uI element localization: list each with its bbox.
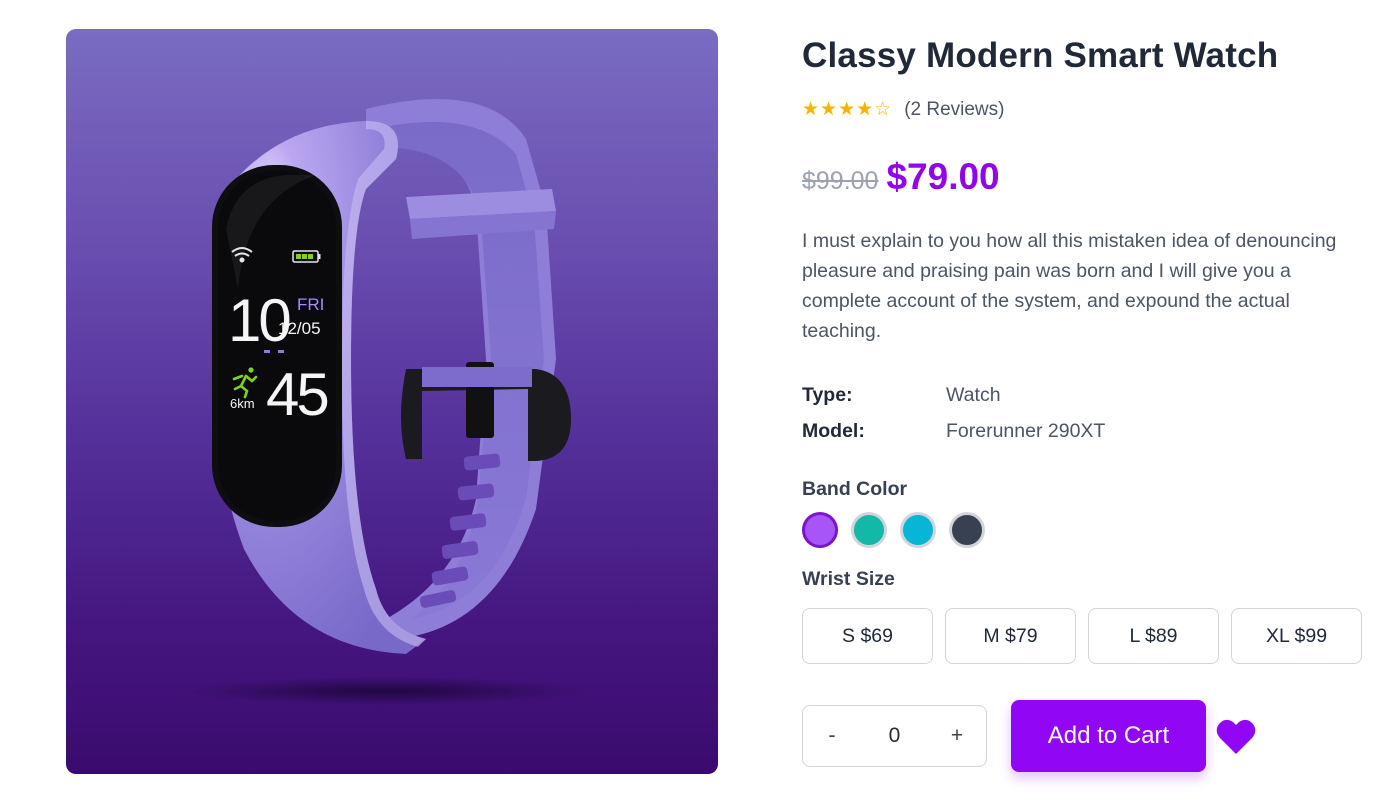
decrement-button[interactable]: - <box>803 706 861 766</box>
smartwatch-illustration: 10 FRI 12/05 6km 45 <box>186 99 586 705</box>
add-to-cart-button[interactable]: Add to Cart <box>1011 700 1206 772</box>
wrist-size-label: Wrist Size <box>802 568 895 590</box>
old-price: $99.00 <box>802 167 879 195</box>
color-swatch-cyan[interactable] <box>900 512 936 548</box>
size-button-s[interactable]: S $69 <box>802 608 933 664</box>
heart-icon[interactable] <box>1216 718 1256 756</box>
spec-type-label: Type: <box>802 384 853 406</box>
current-price: $79.00 <box>886 156 1000 197</box>
spec-model-value: Forerunner 290XT <box>946 420 1106 442</box>
color-swatch-purple[interactable] <box>802 512 838 548</box>
spec-type: Type: Watch <box>802 384 1001 407</box>
rating: ★★★★ ☆ (2 Reviews) <box>802 98 1005 122</box>
color-swatch-teal[interactable] <box>851 512 887 548</box>
spec-type-value: Watch <box>946 384 1001 406</box>
shadow <box>186 677 586 705</box>
quantity-input[interactable] <box>861 724 928 748</box>
star-empty-icon: ☆ <box>874 99 893 120</box>
price-row: $99.00 $79.00 <box>802 156 1000 198</box>
screen-value: 45 <box>266 361 327 428</box>
size-button-xl[interactable]: XL $99 <box>1231 608 1362 664</box>
size-button-l[interactable]: L $89 <box>1088 608 1219 664</box>
increment-button[interactable]: + <box>928 706 986 766</box>
spec-model: Model: Forerunner 290XT <box>802 420 1105 443</box>
screen-distance: 6km <box>230 396 255 411</box>
wrist-size-options: S $69 M $79 L $89 XL $99 <box>802 608 1362 664</box>
quantity-stepper: - + <box>802 705 987 767</box>
size-button-m[interactable]: M $79 <box>945 608 1076 664</box>
band-color-options <box>802 512 985 548</box>
band-color-label: Band Color <box>802 478 908 500</box>
product-description: I must explain to you how all this mista… <box>802 230 1337 342</box>
screen-date: 12/05 <box>278 319 321 338</box>
product-title: Classy Modern Smart Watch <box>802 36 1279 75</box>
screen-day: FRI <box>297 295 324 314</box>
reviews-link[interactable]: (2 Reviews) <box>904 99 1004 121</box>
spec-model-label: Model: <box>802 420 865 442</box>
star-rating: ★★★★ ☆ <box>802 98 892 122</box>
color-swatch-slate[interactable] <box>949 512 985 548</box>
product-image: 10 FRI 12/05 6km 45 <box>66 29 718 774</box>
star-filled-icon: ★★★★ <box>802 99 875 120</box>
